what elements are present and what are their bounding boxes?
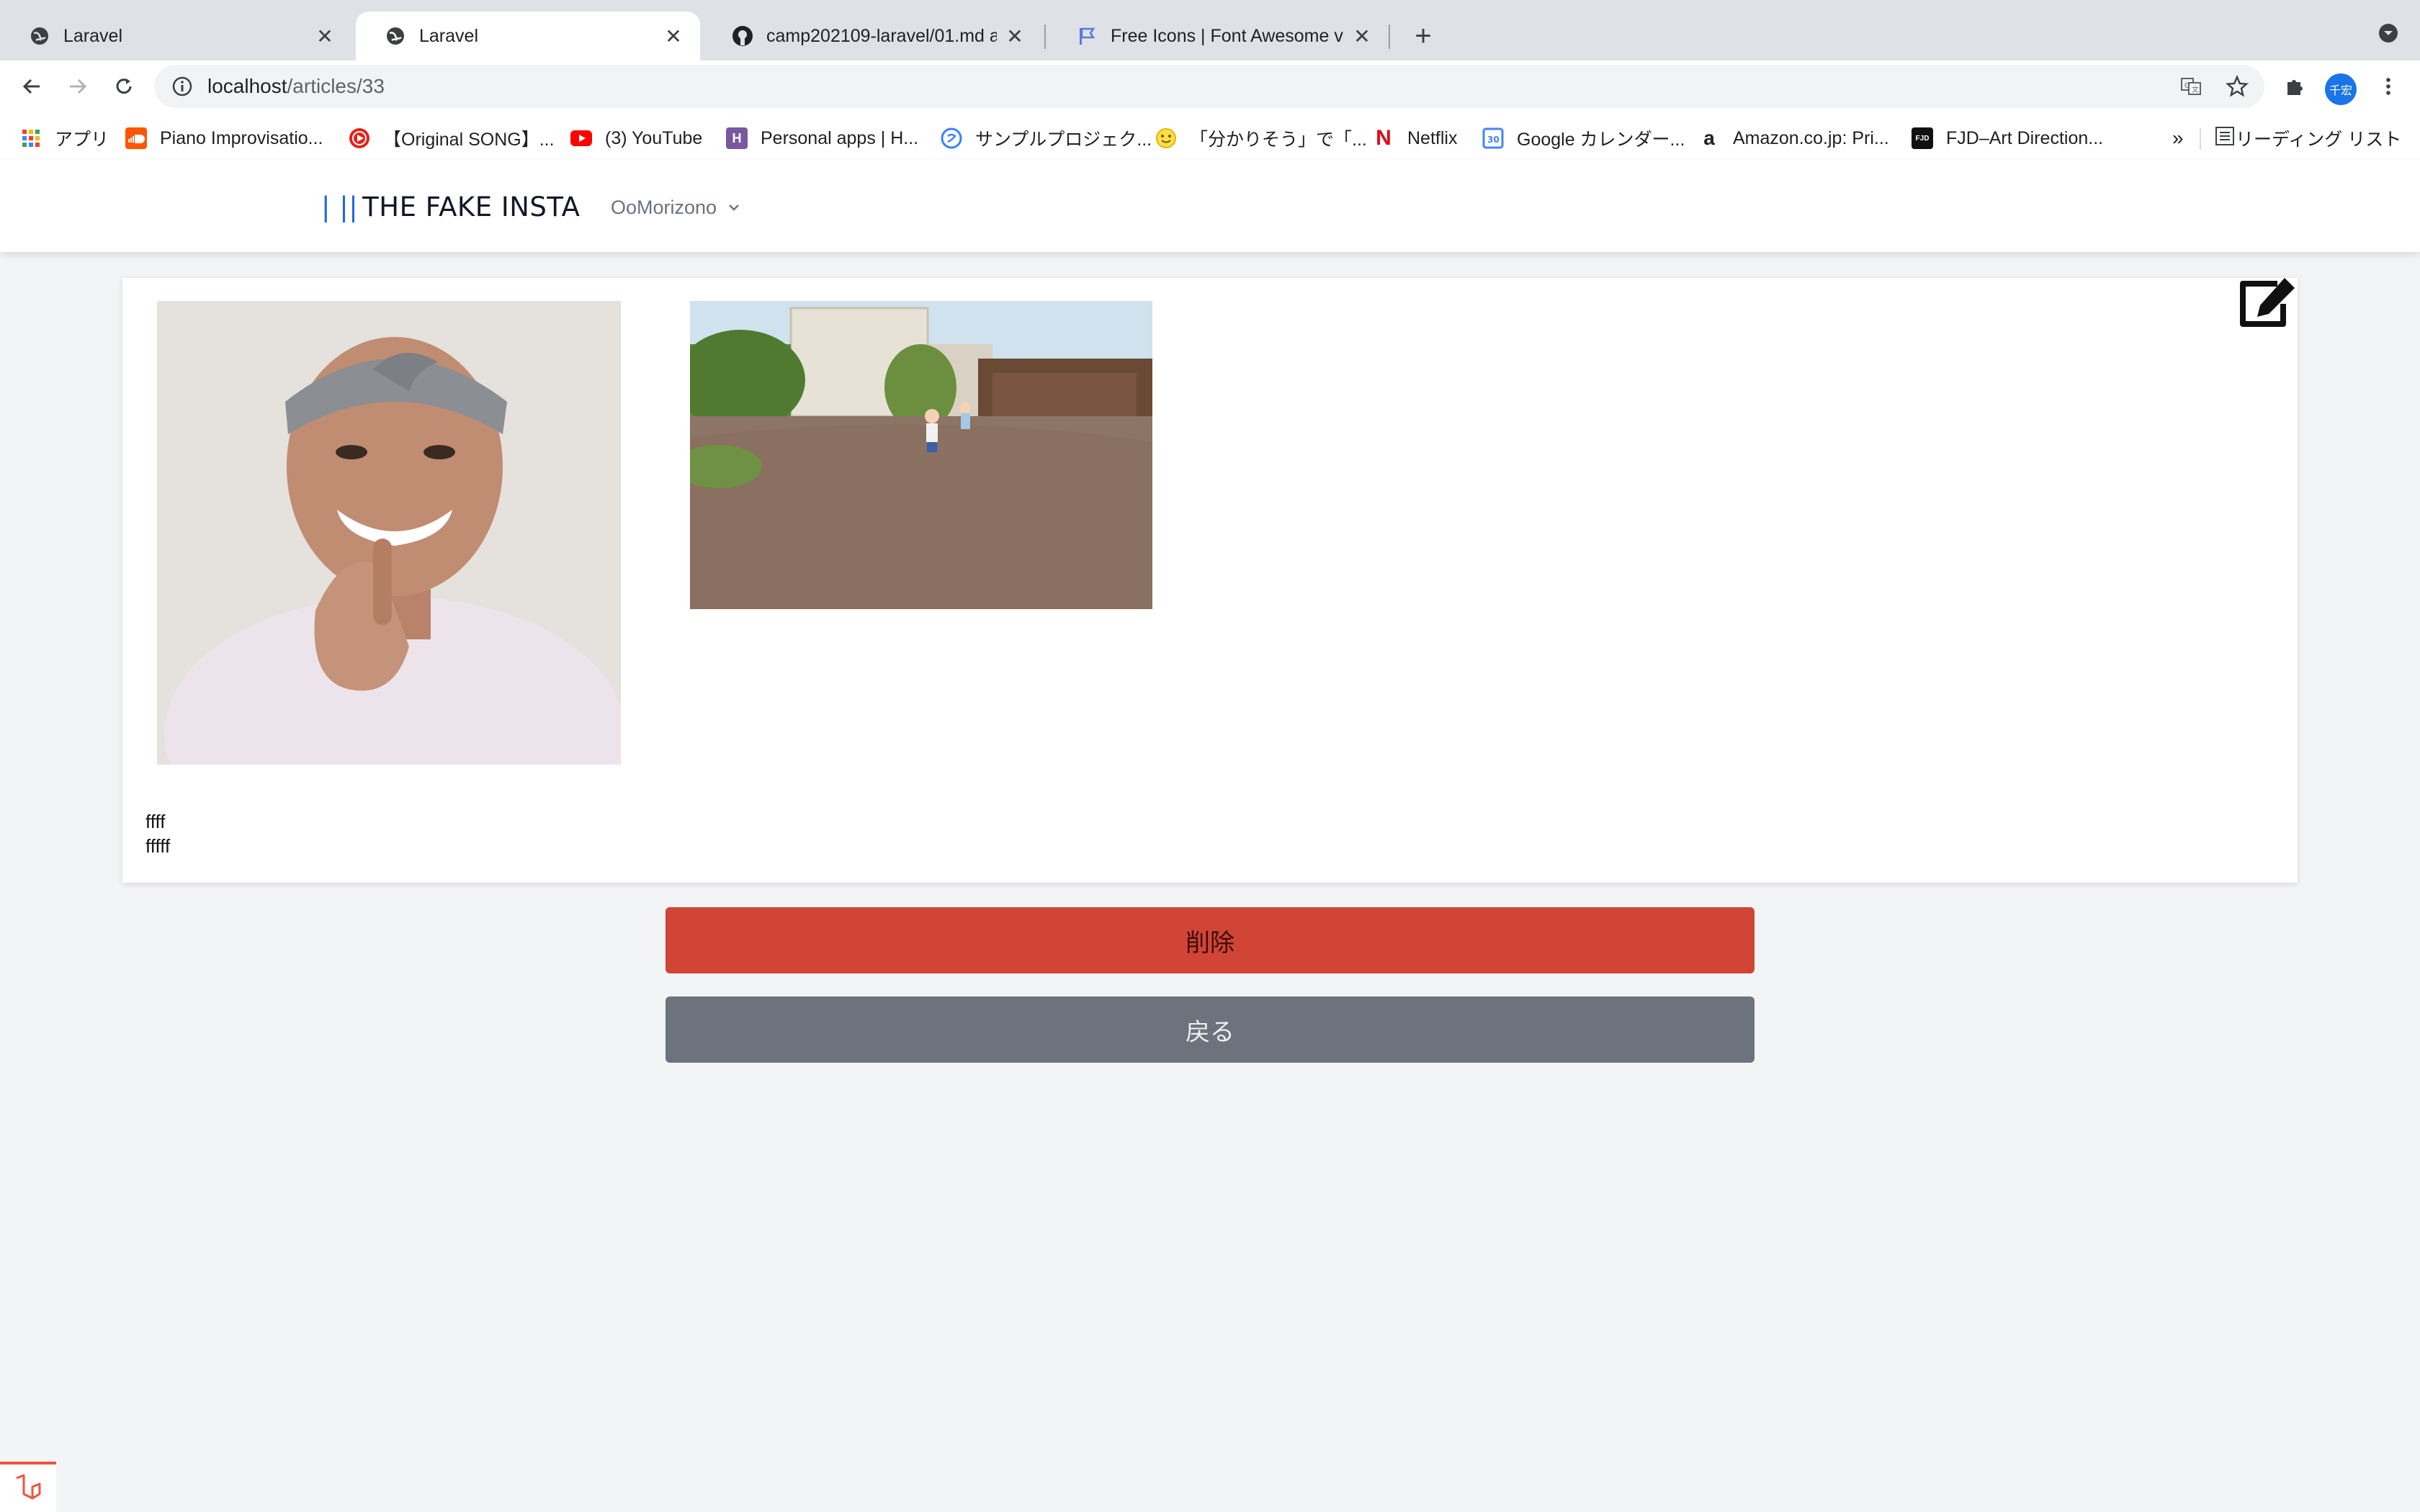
- tab-title: Laravel: [63, 25, 122, 46]
- bookmark-youtube[interactable]: (3) YouTube: [570, 124, 702, 153]
- github-icon: [732, 25, 753, 47]
- bookmarks-overflow-button[interactable]: »: [2172, 124, 2184, 153]
- user-dropdown[interactable]: OoMorizono: [611, 192, 741, 223]
- close-icon[interactable]: ✕: [1004, 25, 1026, 48]
- bookmark-netflix[interactable]: N Netflix: [1373, 124, 1457, 153]
- kebab-menu-icon[interactable]: [2371, 69, 2406, 104]
- close-icon[interactable]: ✕: [314, 25, 336, 48]
- url-text: localhost/articles/33: [207, 75, 385, 98]
- bookmark-wakarisou[interactable]: 「分かりそう」で「...: [1155, 124, 1367, 153]
- browser-tab-2-active[interactable]: Laravel ✕: [356, 12, 700, 60]
- bookmark-label: サンプルプロジェク...: [975, 130, 1152, 150]
- heroku-icon: H: [726, 127, 748, 149]
- brand-link[interactable]: | || THE FAKE INSTA: [321, 189, 580, 225]
- bookmark-label: Netflix: [1407, 127, 1458, 148]
- bookmark-soundcloud[interactable]: Piano Improvisatio...: [125, 124, 323, 153]
- reading-list-button[interactable]: リーディング リスト: [2214, 124, 2401, 153]
- profile-avatar[interactable]: 千宏: [2325, 73, 2357, 105]
- reading-list-icon: [2214, 125, 2236, 152]
- bookmark-sample-project[interactable]: サンプルプロジェク...: [941, 124, 1152, 153]
- browser-tab-strip: Laravel ✕ Laravel ✕ camp202109-laravel/0…: [0, 0, 2420, 60]
- info-icon[interactable]: [171, 76, 193, 97]
- netflix-icon: N: [1376, 126, 1392, 150]
- soundcloud-icon: [125, 127, 147, 149]
- back-button[interactable]: 戻る: [666, 996, 1754, 1063]
- bookmark-label: 【Original SONG】...: [383, 130, 555, 150]
- bookmark-google-calendar[interactable]: 30 Google カレンダー...: [1482, 124, 1685, 153]
- tab-title: Free Icons | Font Awesome v6: [1111, 25, 1344, 46]
- app-navbar: | || THE FAKE INSTA OoMorizono: [0, 160, 2420, 252]
- star-icon[interactable]: [2220, 69, 2254, 104]
- brand-logo-mark: | ||: [321, 191, 359, 222]
- bookmark-amazon[interactable]: a Amazon.co.jp: Pri...: [1698, 124, 1889, 153]
- circle-logo-icon: [941, 127, 962, 149]
- brand-title: THE FAKE INSTA: [362, 191, 581, 222]
- bookmark-apps[interactable]: アプリ: [20, 124, 109, 153]
- amazon-icon: a: [1703, 127, 1715, 149]
- bookmark-original-song[interactable]: 【Original SONG】...: [349, 124, 555, 153]
- bookmark-label: 「分かりそう」で「...: [1190, 130, 1367, 150]
- article-image-portrait: [157, 301, 621, 765]
- svg-text:G: G: [2184, 82, 2190, 90]
- browser-tab-3[interactable]: camp202109-laravel/01.md at ✕: [703, 12, 1041, 60]
- address-bar[interactable]: localhost/articles/33: [154, 65, 2264, 108]
- bookmark-label: FJD–Art Direction...: [1946, 127, 2104, 148]
- new-tab-button[interactable]: +: [1406, 19, 1440, 53]
- globe-icon: [29, 25, 50, 47]
- browser-toolbar: localhost/articles/33 G文 千宏 アプリ Piano Im…: [0, 60, 2420, 173]
- bookmark-label: (3) YouTube: [605, 127, 703, 148]
- article-image-park: [690, 301, 1152, 609]
- article-body: ffff fffff: [145, 809, 170, 858]
- bookmark-fjd[interactable]: FJD FJD–Art Direction...: [1912, 124, 2103, 153]
- youtube-icon: [570, 127, 592, 149]
- delete-button[interactable]: 削除: [666, 907, 1754, 973]
- bookmark-label: Piano Improvisatio...: [160, 127, 323, 148]
- record-icon: [349, 127, 370, 149]
- url-host: localhost: [207, 75, 287, 97]
- forward-arrow-icon[interactable]: [60, 69, 95, 104]
- globe-icon: [385, 25, 406, 47]
- calendar-icon: 30: [1482, 127, 1504, 149]
- user-name: OoMorizono: [611, 196, 717, 218]
- chevron-down-icon: [729, 204, 739, 211]
- tab-title: Laravel: [419, 25, 478, 46]
- article-body-line: ffff: [145, 811, 166, 832]
- smile-icon: [1155, 127, 1177, 149]
- bookmarks-bar: アプリ Piano Improvisatio... 【Original SONG…: [0, 118, 2420, 158]
- close-icon[interactable]: ✕: [1351, 25, 1373, 48]
- bookmark-label: Google カレンダー...: [1517, 130, 1685, 150]
- extensions-puzzle-icon[interactable]: [2277, 69, 2312, 104]
- back-arrow-icon[interactable]: [14, 69, 49, 104]
- browser-tab-1[interactable]: Laravel ✕: [0, 12, 351, 60]
- tab-separator: [1044, 24, 1046, 49]
- bookmark-label: アプリ: [55, 130, 109, 150]
- bookmark-label: Amazon.co.jp: Pri...: [1733, 127, 1889, 148]
- bookmark-heroku[interactable]: H Personal apps | H...: [726, 124, 918, 153]
- apps-grid-icon: [20, 127, 42, 149]
- tab-search-icon[interactable]: [2375, 20, 2401, 46]
- article-body-line: fffff: [145, 835, 171, 857]
- close-icon[interactable]: ✕: [663, 25, 684, 48]
- laravel-debugbar-icon[interactable]: [0, 1462, 56, 1512]
- translate-icon[interactable]: G文: [2174, 69, 2208, 104]
- bookmark-label: Personal apps | H...: [761, 127, 919, 148]
- tab-separator: [1389, 24, 1390, 49]
- url-path: /articles/33: [287, 75, 385, 97]
- svg-text:30: 30: [1487, 135, 1500, 145]
- bookmarks-divider: [2200, 128, 2201, 150]
- reading-list-label: リーディング リスト: [2236, 130, 2402, 150]
- svg-text:文: 文: [2192, 85, 2199, 94]
- edit-icon[interactable]: [2236, 276, 2296, 331]
- flag-icon: [1076, 25, 1098, 47]
- tab-title: camp202109-laravel/01.md at: [766, 25, 997, 46]
- reload-icon[interactable]: [107, 69, 141, 104]
- browser-tab-4[interactable]: Free Icons | Font Awesome v6 ✕: [1047, 12, 1389, 60]
- fjd-icon: FJD: [1912, 127, 1933, 149]
